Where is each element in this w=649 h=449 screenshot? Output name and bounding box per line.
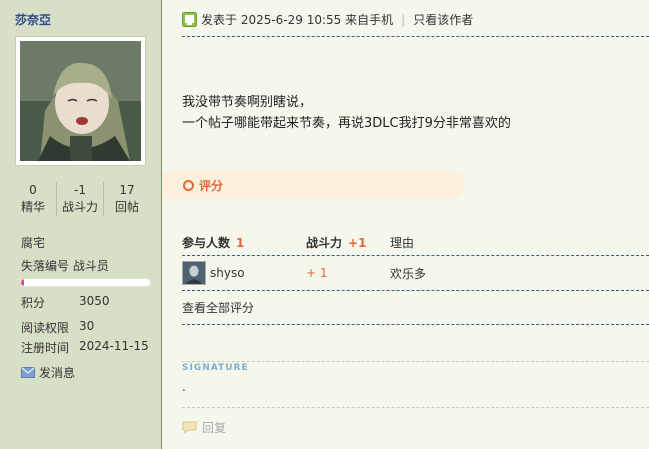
header-participants: 参与人数 1 — [182, 234, 306, 251]
level-progress-fill — [21, 279, 24, 286]
post-online-icon — [182, 12, 197, 27]
info-points: 积分 3050 — [21, 294, 110, 311]
header-participants-count: 1 — [236, 235, 245, 250]
reply-button[interactable]: 回复 — [182, 419, 226, 436]
stat-digest-label: 精华 — [20, 200, 45, 214]
send-message-label: 发消息 — [39, 366, 76, 380]
header-power-total: +1 — [348, 235, 367, 250]
header-power-label: 战斗力 — [306, 235, 343, 250]
header-reason: 理由 — [390, 235, 415, 250]
info-register-date-label: 注册时间 — [21, 341, 70, 355]
rating-footer: 查看全部评分 — [182, 291, 649, 325]
rating-row: shyso + 1 欢乐多 — [182, 255, 649, 291]
rater-user[interactable]: shyso — [182, 261, 306, 285]
post-line-1: 我没带节奏啊别瞎说， — [182, 95, 313, 110]
signature-label: SIGNATURE — [182, 363, 249, 373]
header-participants-label: 参与人数 — [182, 235, 231, 250]
rater-reason: 欢乐多 — [390, 266, 427, 281]
stat-digest-value: 0 — [29, 183, 37, 197]
separator: | — [401, 12, 406, 27]
post-main: 发表于 2025-6-29 10:55 来自手机 | 只看该作者 我没带节奏啊别… — [163, 0, 649, 449]
signature-text: . — [182, 380, 186, 394]
user-group[interactable]: 失落编号 战斗员 — [21, 257, 109, 274]
view-all-ratings-link[interactable]: 查看全部评分 — [182, 299, 254, 316]
reply-icon — [182, 421, 197, 434]
rating-title: 评分 — [199, 178, 224, 193]
post-header: 发表于 2025-6-29 10:55 来自手机 | 只看该作者 — [182, 11, 473, 28]
rater-score: + 1 — [306, 266, 328, 280]
rating-table: 参与人数 1 战斗力 +1 理由 shyso + 1 欢乐多 查看全部评分 — [182, 229, 649, 325]
info-points-label: 积分 — [21, 296, 46, 310]
info-points-value: 3050 — [79, 294, 110, 308]
rating-header: 评分 — [163, 171, 465, 199]
post-content: 我没带节奏啊别瞎说， 一个帖子哪能带起来节奏，再说3DLC我打9分非常喜欢的 — [182, 92, 511, 134]
reply-label: 回复 — [202, 421, 227, 435]
stat-power-label: 战斗力 — [61, 200, 98, 214]
stat-digest[interactable]: 0 精华 — [10, 182, 56, 216]
user-rank: 腐宅 — [21, 236, 46, 250]
info-read-permission-value: 30 — [79, 319, 95, 333]
info-read-permission: 阅读权限 30 — [21, 319, 94, 336]
post-timestamp: 发表于 2025-6-29 10:55 来自手机 — [201, 13, 394, 27]
user-stats: 0 精华 -1 战斗力 17 回帖 — [10, 182, 150, 216]
info-read-permission-label: 阅读权限 — [21, 321, 70, 335]
author-name[interactable]: 莎奈亞 — [15, 11, 51, 28]
rating-table-header: 参与人数 1 战斗力 +1 理由 — [182, 229, 649, 255]
stat-replies-label: 回帖 — [114, 200, 139, 214]
stat-replies-value: 17 — [119, 183, 135, 197]
header-divider — [182, 36, 649, 37]
avatar-image — [20, 41, 141, 161]
header-power: 战斗力 +1 — [306, 234, 390, 251]
rater-name: shyso — [210, 266, 245, 280]
signature-divider-bottom — [182, 407, 649, 408]
info-register-date: 注册时间 2024-11-15 — [21, 339, 149, 356]
author-sidebar: 莎奈亞 0 精华 -1 战斗力 17 回帖 腐宅 失落编号 战斗员 积分 305… — [0, 0, 162, 449]
post-line-2: 一个帖子哪能带起来节奏，再说3DLC我打9分非常喜欢的 — [182, 116, 511, 131]
only-author-link[interactable]: 只看该作者 — [413, 11, 473, 28]
stat-power-value: -1 — [74, 183, 86, 197]
rating-circle-icon — [183, 179, 194, 191]
stat-replies[interactable]: 17 回帖 — [103, 182, 150, 216]
avatar[interactable] — [15, 36, 146, 166]
level-progress-bar — [20, 278, 151, 287]
signature-divider-top — [182, 361, 649, 362]
send-message-link[interactable]: 发消息 — [21, 364, 75, 381]
envelope-icon — [21, 367, 35, 378]
stat-power[interactable]: -1 战斗力 — [56, 182, 103, 216]
rater-avatar — [182, 261, 206, 285]
info-register-date-value: 2024-11-15 — [79, 339, 149, 353]
